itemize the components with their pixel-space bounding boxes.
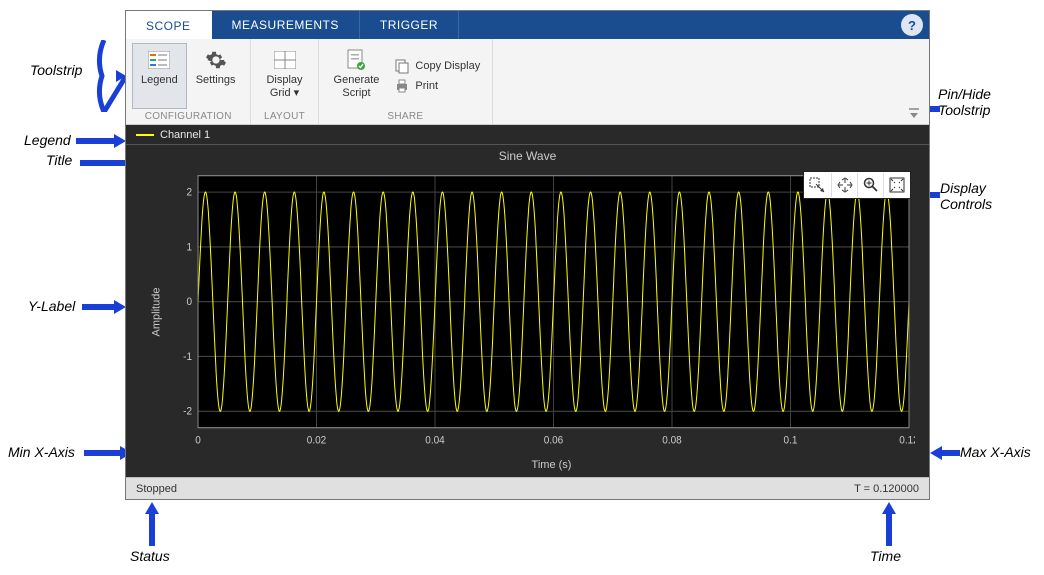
svg-text:0: 0 [195,434,201,447]
annot-toolstrip: Toolstrip [30,62,82,78]
pin-toolstrip-button[interactable] [905,106,923,120]
svg-text:-1: -1 [183,350,192,363]
help-icon[interactable]: ? [901,14,923,36]
annot-legend: Legend [24,132,71,148]
tab-header: SCOPE MEASUREMENTS TRIGGER ? [126,11,929,39]
annot-ylabel: Y-Label [28,298,75,314]
plot-area: Channel 1 Sine Wave Amplitude 00.020.040… [126,125,929,477]
fit-icon[interactable] [883,173,909,197]
generate-script-button[interactable]: Generate Script [325,43,389,109]
status-bar: Stopped T = 0.120000 [126,477,929,499]
settings-button[interactable]: Settings [187,43,245,109]
svg-text:0.1: 0.1 [784,434,798,447]
zoom-icon[interactable] [857,173,883,197]
svg-text:0.06: 0.06 [544,434,564,447]
status-state: Stopped [136,483,177,495]
svg-text:0.02: 0.02 [307,434,327,447]
toolstrip: Legend Settings CONFIGURATION Display Gr… [126,39,929,125]
tab-measurements[interactable]: MEASUREMENTS [212,11,360,39]
annot-minx: Min X-Axis [8,444,75,460]
group-configuration: CONFIGURATION [132,109,244,124]
group-share: SHARE [325,109,487,124]
grid-icon [273,48,297,72]
scope-window: SCOPE MEASUREMENTS TRIGGER ? Legend Sett… [125,10,930,500]
legend-bar: Channel 1 [126,125,929,145]
annot-title: Title [46,152,72,168]
display-controls [803,171,911,199]
pan-icon[interactable] [831,173,857,197]
script-icon [344,48,368,72]
print-button[interactable]: Print [388,76,486,96]
tab-scope[interactable]: SCOPE [126,11,212,39]
y-axis-label: Amplitude [150,287,162,336]
plot-title: Sine Wave [126,145,929,165]
copy-display-button[interactable]: Copy Display [388,56,486,76]
annot-status: Status [130,548,170,564]
svg-text:0.08: 0.08 [662,434,682,447]
autoscale-icon[interactable] [805,173,831,197]
print-icon [394,78,410,94]
legend-button[interactable]: Legend [132,43,187,109]
annot-dispctrl: Display Controls [940,180,992,212]
svg-text:0.12: 0.12 [899,434,915,447]
legend-channel-1: Channel 1 [160,129,210,141]
x-axis-label: Time (s) [126,458,929,477]
svg-text:0.04: 0.04 [425,434,445,447]
chart-canvas[interactable]: 0 0.02 0.04 0.06 0.08 0.1 0.12 -2 -1 0 1 2 [174,169,915,450]
annot-pinhide: Pin/Hide Toolstrip [938,86,991,118]
legend-swatch [136,134,154,136]
copy-icon [394,58,410,74]
svg-text:0: 0 [186,296,192,309]
legend-icon [147,48,171,72]
svg-text:2: 2 [186,186,192,199]
gear-icon [204,48,228,72]
annot-maxx: Max X-Axis [960,444,1031,460]
display-grid-button[interactable]: Display Grid ▾ [257,43,311,109]
svg-text:-2: -2 [183,405,192,418]
status-time: T = 0.120000 [854,483,919,495]
group-layout: LAYOUT [257,109,311,124]
tab-trigger[interactable]: TRIGGER [360,11,459,39]
annot-time: Time [870,548,901,564]
svg-text:1: 1 [186,241,192,254]
